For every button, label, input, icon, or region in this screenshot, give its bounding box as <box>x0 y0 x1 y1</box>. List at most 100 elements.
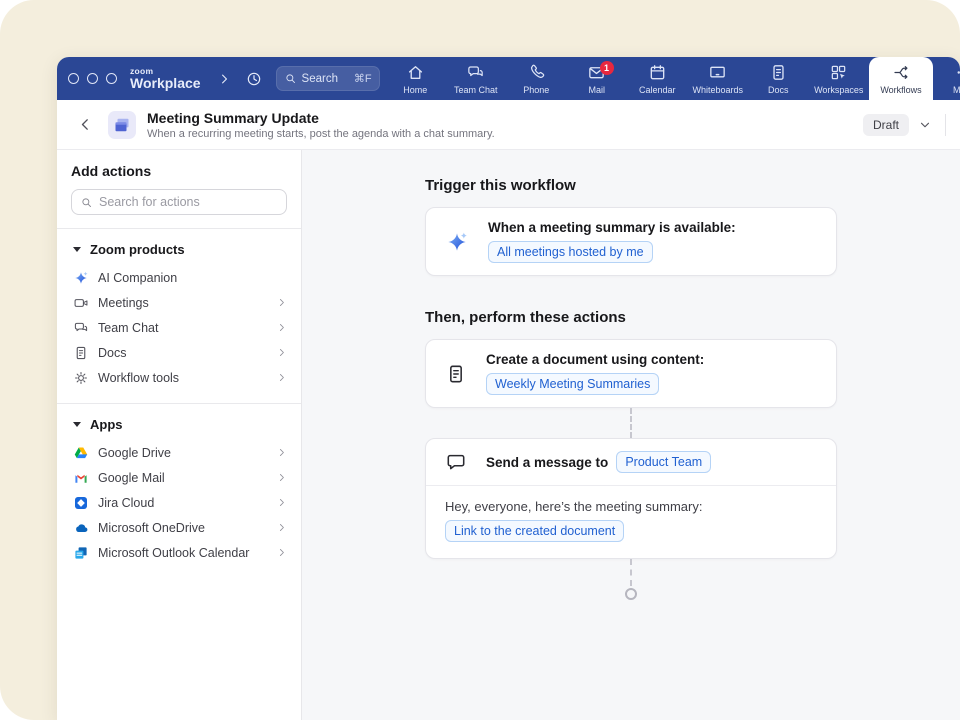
section-label: Zoom products <box>90 242 185 257</box>
gear-icon <box>73 370 89 386</box>
sidebar-item-microsoft-outlook-calendar[interactable]: Microsoft Outlook Calendar <box>71 540 287 565</box>
back-button[interactable] <box>77 116 94 133</box>
tab-label: Home <box>403 85 427 95</box>
video-camera-icon <box>73 295 89 311</box>
tab-more[interactable]: More <box>933 57 960 100</box>
sidebar-item-label: AI Companion <box>98 271 177 285</box>
workflow-header: Meeting Summary Update When a recurring … <box>57 100 960 150</box>
message-bubble-icon <box>445 451 467 473</box>
whiteboard-icon <box>708 63 727 82</box>
sidebar-item-label: Google Mail <box>98 471 165 485</box>
connector-dashed-line <box>630 559 632 586</box>
tab-label: Docs <box>768 85 789 95</box>
window-control-dot[interactable] <box>68 73 79 84</box>
brand-workplace-text: Workplace <box>130 76 201 90</box>
sidebar-item-team-chat[interactable]: Team Chat <box>71 315 287 340</box>
tab-label: Workflows <box>880 85 921 95</box>
section-zoom-products[interactable]: Zoom products <box>73 242 287 257</box>
sidebar-item-microsoft-onedrive[interactable]: Microsoft OneDrive <box>71 515 287 540</box>
send-message-title: Send a message to <box>486 455 608 470</box>
collapse-triangle-icon <box>73 247 81 252</box>
search-icon <box>284 72 297 85</box>
tab-label: Whiteboards <box>692 85 743 95</box>
search-placeholder: Search <box>302 73 349 85</box>
trigger-section-heading: Trigger this workflow <box>425 177 837 194</box>
sidebar-item-ai-companion[interactable]: AI Companion <box>71 265 287 290</box>
document-icon <box>445 363 467 385</box>
onedrive-icon <box>73 520 89 536</box>
tab-team-chat[interactable]: Team Chat <box>446 57 507 100</box>
sidebar-item-docs[interactable]: Docs <box>71 340 287 365</box>
global-search[interactable]: Search ⌘F <box>276 66 380 91</box>
ai-companion-icon <box>73 270 89 286</box>
mail-unread-badge: 1 <box>600 61 614 75</box>
tab-workflows[interactable]: Workflows <box>869 57 933 100</box>
recipient-chip[interactable]: Product Team <box>616 451 711 473</box>
desktop-background: zoom Workplace Search ⌘F Home Team Chat <box>0 0 960 720</box>
sidebar-item-google-mail[interactable]: Google Mail <box>71 465 287 490</box>
section-label: Apps <box>90 417 123 432</box>
sidebar-heading: Add actions <box>71 163 287 179</box>
trigger-card[interactable]: When a meeting summary is available: All… <box>425 207 837 276</box>
window-control-dot[interactable] <box>106 73 117 84</box>
tab-mail[interactable]: Mail 1 <box>567 57 628 100</box>
expand-chevron-icon[interactable] <box>217 72 231 86</box>
sidebar-divider <box>57 403 301 404</box>
document-content-chip[interactable]: Weekly Meeting Summaries <box>486 373 659 395</box>
outlook-calendar-icon <box>73 545 89 561</box>
sidebar-item-workflow-tools[interactable]: Workflow tools <box>71 365 287 390</box>
tab-calendar[interactable]: Calendar <box>627 57 688 100</box>
header-actions: Draft <box>863 114 946 136</box>
trigger-scope-chip[interactable]: All meetings hosted by me <box>488 241 653 263</box>
status-chevron-down-icon[interactable] <box>918 118 932 132</box>
collapse-triangle-icon <box>73 422 81 427</box>
sidebar-item-google-drive[interactable]: Google Drive <box>71 440 287 465</box>
create-document-card[interactable]: Create a document using content: Weekly … <box>425 339 837 408</box>
document-link-chip[interactable]: Link to the created document <box>445 520 624 542</box>
tab-label: More <box>953 85 960 95</box>
sidebar-item-meetings[interactable]: Meetings <box>71 290 287 315</box>
sidebar-item-label: Docs <box>98 346 126 360</box>
section-apps[interactable]: Apps <box>73 417 287 432</box>
connector-dashed-line <box>630 408 632 438</box>
team-chat-icon <box>466 63 485 82</box>
actions-search[interactable] <box>71 189 287 215</box>
sidebar-item-label: Microsoft Outlook Calendar <box>98 546 249 560</box>
tab-phone[interactable]: Phone <box>506 57 567 100</box>
workflows-icon <box>892 63 911 82</box>
tab-home[interactable]: Home <box>385 57 446 100</box>
sidebar-item-label: Jira Cloud <box>98 496 154 510</box>
send-message-card[interactable]: Send a message to Product Team Hey, ever… <box>425 438 837 559</box>
brand-zoom-text: zoom <box>130 67 201 76</box>
chevron-right-icon <box>276 547 287 558</box>
window-control-dot[interactable] <box>87 73 98 84</box>
sidebar-item-label: Team Chat <box>98 321 158 335</box>
tab-docs[interactable]: Docs <box>748 57 809 100</box>
actions-section-heading: Then, perform these actions <box>425 309 837 326</box>
history-icon[interactable] <box>245 70 263 88</box>
gmail-icon <box>73 470 89 486</box>
tab-whiteboards[interactable]: Whiteboards <box>688 57 749 100</box>
tab-workspaces[interactable]: Workspaces <box>809 57 870 100</box>
message-body-text: Hey, everyone, here’s the meeting summar… <box>445 499 817 514</box>
workflow-title-block: Meeting Summary Update When a recurring … <box>147 110 495 140</box>
ai-sparkle-icon <box>445 230 469 254</box>
jira-icon <box>73 495 89 511</box>
header-divider <box>945 114 946 136</box>
status-badge[interactable]: Draft <box>863 114 909 136</box>
chevron-right-icon <box>276 497 287 508</box>
sidebar-item-label: Microsoft OneDrive <box>98 521 205 535</box>
sidebar-item-label: Meetings <box>98 296 149 310</box>
workflow-subtitle: When a recurring meeting starts, post th… <box>147 128 495 140</box>
workflow-emoji-icon <box>108 111 136 139</box>
top-navbar: zoom Workplace Search ⌘F Home Team Chat <box>57 57 960 100</box>
sidebar-item-jira-cloud[interactable]: Jira Cloud <box>71 490 287 515</box>
app-window: zoom Workplace Search ⌘F Home Team Chat <box>57 57 960 720</box>
document-icon <box>73 345 89 361</box>
actions-search-input[interactable] <box>99 195 278 209</box>
tab-label: Phone <box>523 85 549 95</box>
docs-icon <box>769 63 788 82</box>
window-controls <box>57 73 117 84</box>
workflow-title: Meeting Summary Update <box>147 110 495 126</box>
chevron-right-icon <box>276 372 287 383</box>
